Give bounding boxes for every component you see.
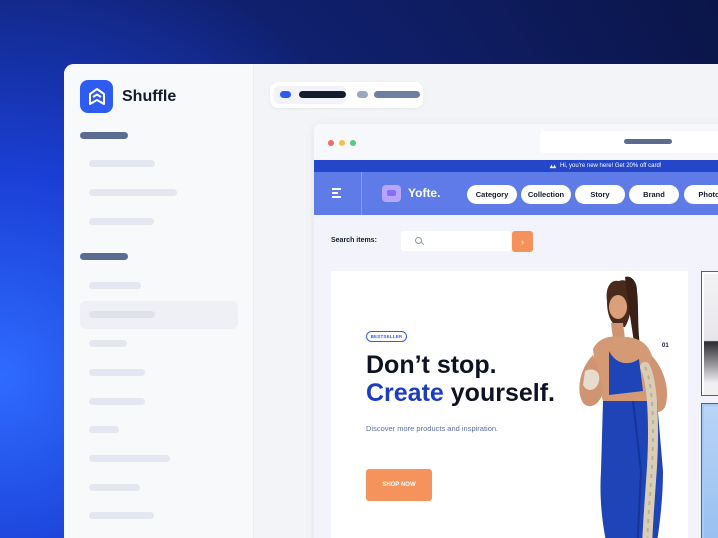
search-button[interactable]: › (512, 231, 533, 252)
product-image (704, 406, 718, 538)
browser-chrome (314, 124, 718, 160)
sidebar-item[interactable] (89, 512, 154, 519)
search-icon (415, 237, 422, 244)
promo-banner: ▴▴ Hi, you're new here! Get 20% off card… (314, 160, 718, 172)
sidebar-item[interactable] (89, 484, 140, 491)
search-input[interactable] (401, 231, 511, 251)
bestseller-badge: BESTSELLER (366, 331, 407, 342)
sidebar-item[interactable] (89, 398, 145, 405)
content-area: BESTSELLER Don’t stop. Create yourself. … (314, 269, 718, 538)
nav-item-story[interactable]: Story (575, 185, 625, 204)
hero-headline-line1: Don’t stop. (366, 351, 497, 379)
brand-name[interactable]: Yofte. (408, 186, 440, 200)
brand-mini-icon: ▴▴ (550, 163, 557, 170)
nav-item-photo[interactable]: Photo (684, 185, 718, 204)
hero-banner: BESTSELLER Don’t stop. Create yourself. … (331, 271, 688, 538)
site-navbar: Yofte. Category Collection Story Brand P… (314, 172, 718, 215)
sidebar-item[interactable] (89, 426, 119, 433)
promo-text: Hi, you're new here! Get 20% off card! (560, 163, 662, 169)
sidebar-section-header (80, 253, 128, 260)
close-dot-icon[interactable] (328, 140, 334, 146)
sidebar-section-header (80, 132, 128, 139)
builder-app: Shuffle ▴▴ Hi, you're new here! Get 20% … (64, 64, 718, 538)
menu-icon[interactable] (332, 188, 341, 200)
minimize-dot-icon[interactable] (339, 140, 345, 146)
browser-preview: ▴▴ Hi, you're new here! Get 20% off card… (314, 124, 718, 538)
hero-headline-line2: Create yourself. (366, 379, 555, 407)
product-card[interactable] (701, 271, 718, 396)
nav-divider (361, 172, 362, 215)
arrow-right-icon: › (521, 236, 524, 247)
sidebar-item[interactable] (89, 160, 155, 167)
sidebar: Shuffle (64, 64, 254, 538)
tab-active-label (299, 91, 346, 98)
hero-headline-accent: Create (366, 379, 444, 407)
search-label: Search items: (331, 237, 377, 244)
product-card[interactable] (701, 403, 718, 538)
sidebar-item[interactable] (89, 189, 177, 196)
sidebar-item[interactable] (89, 340, 127, 347)
sidebar-item[interactable] (89, 282, 141, 289)
shuffle-logo-icon (80, 80, 113, 113)
address-placeholder (624, 139, 672, 144)
tab-inactive-label[interactable] (374, 91, 420, 98)
tab-active-indicator (280, 91, 291, 98)
maximize-dot-icon[interactable] (350, 140, 356, 146)
sidebar-item[interactable] (89, 455, 170, 462)
nav-item-category[interactable]: Category (467, 185, 517, 204)
view-tabs (270, 82, 423, 108)
brand-logo-icon[interactable] (382, 185, 401, 202)
search-row: Search items: › (314, 215, 718, 269)
sidebar-item-active-label (89, 311, 155, 318)
shop-now-button[interactable]: SHOP NOW (366, 469, 432, 501)
app-logo[interactable]: Shuffle (80, 80, 176, 113)
hero-subtext: Discover more products and inspiration. (366, 424, 499, 433)
sidebar-item[interactable] (89, 369, 145, 376)
product-image (704, 274, 718, 395)
app-name: Shuffle (122, 87, 177, 105)
hero-image-athlete (579, 276, 668, 538)
tab-inactive-indicator[interactable] (357, 91, 368, 98)
sidebar-item[interactable] (89, 218, 154, 225)
hero-headline-rest: yourself. (450, 379, 555, 407)
nav-item-brand[interactable]: Brand (629, 185, 679, 204)
nav-item-collection[interactable]: Collection (521, 185, 571, 204)
address-bar[interactable] (540, 131, 718, 153)
